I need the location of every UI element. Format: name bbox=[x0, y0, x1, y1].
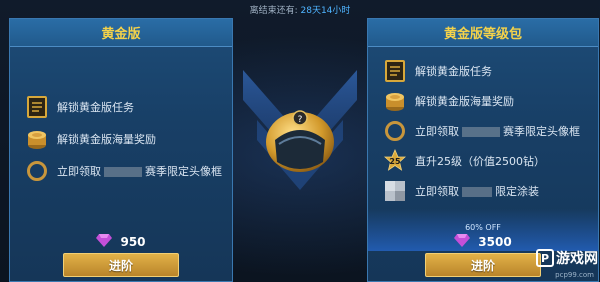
bundle-item-label: 立即领取 限定涂装 bbox=[415, 185, 539, 198]
gold-ring-frame-icon bbox=[26, 159, 48, 183]
gold-pass-upgrade-button[interactable]: 进阶 bbox=[63, 253, 179, 277]
blurred-text bbox=[462, 127, 500, 137]
bundle-item-tasks: 解锁黄金版任务 bbox=[384, 59, 492, 83]
season-timer-label: 离结束还有: bbox=[249, 6, 298, 16]
coin-stack-icon bbox=[384, 89, 406, 113]
bundle-price-value: 3500 bbox=[478, 234, 512, 249]
svg-text:?: ? bbox=[298, 115, 303, 125]
gold-pass-item-label: 解锁黄金版任务 bbox=[57, 101, 134, 114]
bundle-item-label: 立即领取 赛季限定头像框 bbox=[415, 125, 580, 138]
gold-pass-price: 950 bbox=[10, 233, 232, 250]
blurred-text bbox=[462, 187, 492, 197]
season-emblem: ? bbox=[233, 40, 367, 230]
blurred-text bbox=[104, 167, 142, 177]
task-scroll-icon bbox=[26, 95, 48, 119]
bundle-item-level-skip: 25 直升25级（价值2500钻） bbox=[383, 148, 545, 173]
diamond-icon bbox=[454, 233, 471, 250]
gold-pass-item-tasks: 解锁黄金版任务 bbox=[26, 95, 134, 119]
gold-bundle-title: 黄金版等级包 bbox=[368, 19, 598, 47]
diamond-icon bbox=[96, 233, 113, 250]
watermark-name: 游戏网 bbox=[556, 251, 598, 267]
bundle-item-rewards: 解锁黄金版海量奖励 bbox=[384, 89, 514, 113]
bundle-item-label: 直升25级（价值2500钻） bbox=[415, 155, 545, 168]
season-timer-value: 28天14小时 bbox=[300, 6, 351, 16]
bundle-item-label: 解锁黄金版任务 bbox=[415, 65, 492, 78]
gold-bundle-panel: 黄金版等级包 解锁黄金版任务 解锁黄金版海量奖励 立即领取 赛季限定头像框 25 … bbox=[367, 18, 599, 282]
gold-pass-title: 黄金版 bbox=[10, 19, 232, 47]
star-badge-icon: 25 bbox=[383, 148, 407, 173]
watermark-url: pcp99.com bbox=[555, 271, 594, 279]
svg-text:25: 25 bbox=[389, 157, 401, 166]
gold-pass-item-frame: 立即领取 赛季限定头像框 bbox=[26, 159, 222, 183]
watermark-logo: P bbox=[536, 249, 554, 267]
gold-pass-item-rewards: 解锁黄金版海量奖励 bbox=[26, 127, 156, 151]
gold-pass-panel: 黄金版 解锁黄金版任务 解锁黄金版海量奖励 立即领取 赛季限定头像框 950 进阶 bbox=[9, 18, 233, 282]
site-watermark: P 游戏网 bbox=[536, 248, 598, 268]
bundle-item-frame: 立即领取 赛季限定头像框 bbox=[384, 119, 580, 143]
bundle-item-skin: 立即领取 限定涂装 bbox=[384, 179, 539, 203]
gold-pass-item-label: 解锁黄金版海量奖励 bbox=[57, 133, 156, 146]
season-timer: 离结束还有: 28天14小时 bbox=[0, 3, 600, 16]
gold-pass-item-label: 立即领取 赛季限定头像框 bbox=[57, 165, 222, 178]
task-scroll-icon bbox=[384, 59, 406, 83]
coin-stack-icon bbox=[26, 127, 48, 151]
blurred-skin-icon bbox=[384, 179, 406, 203]
gold-pass-price-value: 950 bbox=[120, 234, 146, 249]
bundle-upgrade-button[interactable]: 进阶 bbox=[425, 253, 541, 277]
gold-ring-frame-icon bbox=[384, 119, 406, 143]
discount-badge: 60% OFF bbox=[465, 223, 501, 232]
bundle-item-label: 解锁黄金版海量奖励 bbox=[415, 95, 514, 108]
